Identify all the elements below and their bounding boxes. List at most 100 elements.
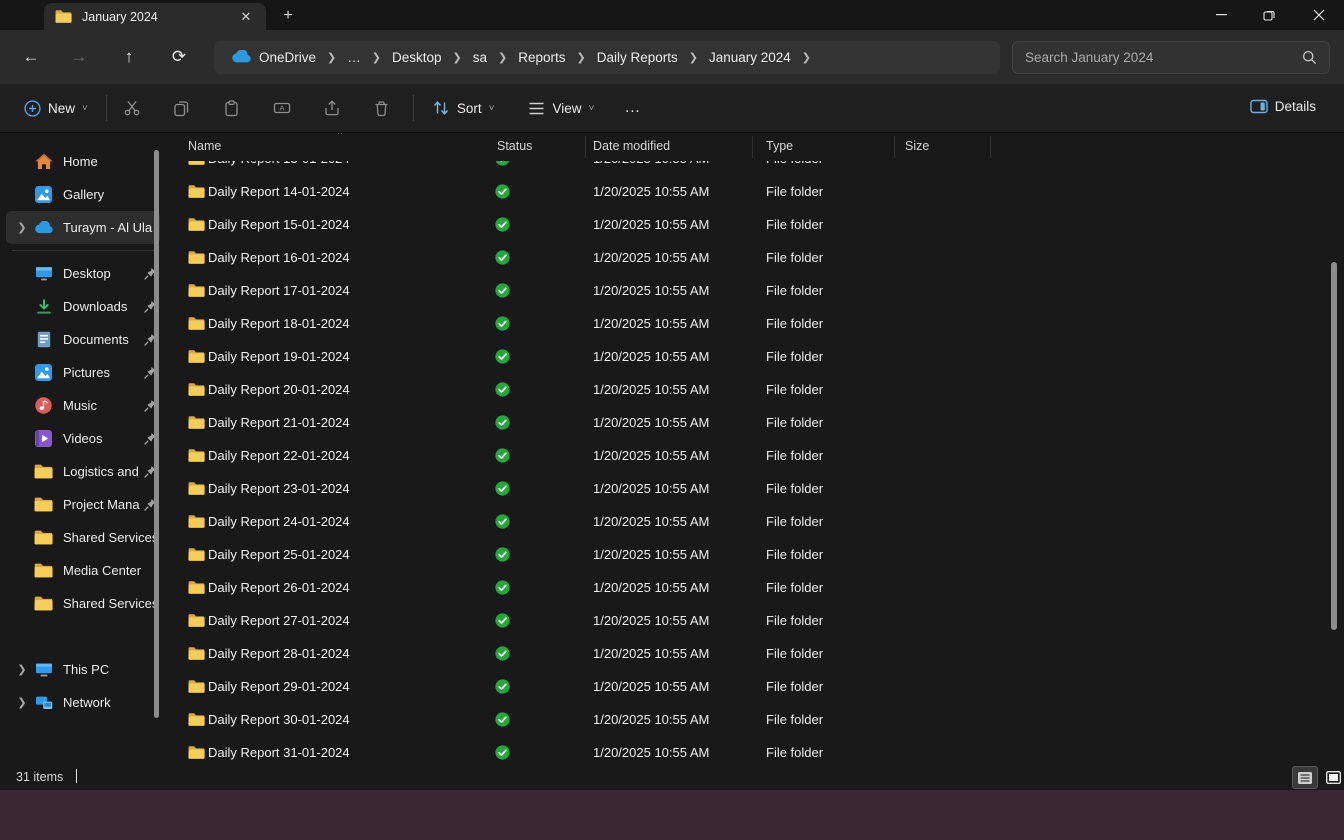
date-modified: 1/20/2025 10:55 AM [593,250,710,265]
sidebar-item-logistics-and[interactable]: Logistics and [6,455,160,488]
breadcrumb-item-january-2024[interactable]: January 2024 [702,47,798,68]
table-row[interactable]: Daily Report 15-01-2024 1/20/2025 10:55 A… [168,209,1338,242]
minimize-button[interactable] [1198,0,1244,29]
restore-icon [1263,10,1275,21]
table-row[interactable]: Daily Report 27-01-2024 1/20/2025 10:55 A… [168,605,1338,638]
table-row[interactable]: Daily Report 18-01-2024 1/20/2025 10:55 A… [168,308,1338,341]
sidebar-item-project-mana[interactable]: Project Mana [6,488,160,521]
folder-icon [188,161,205,166]
date-modified: 1/20/2025 10:55 AM [593,712,710,727]
breadcrumb-item--[interactable]: … [340,47,368,68]
sidebar-item-shared-services[interactable]: Shared Services [6,587,160,620]
table-row[interactable]: Daily Report 17-01-2024 1/20/2025 10:55 A… [168,275,1338,308]
breadcrumb-item-sa[interactable]: sa [466,47,494,68]
table-row[interactable]: Daily Report 21-01-2024 1/20/2025 10:55 A… [168,407,1338,440]
date-modified: 1/20/2025 10:55 AM [593,415,710,430]
breadcrumb-item-desktop[interactable]: Desktop [385,47,449,68]
rename-button[interactable]: A [265,92,299,124]
sidebar-item-documents[interactable]: Documents [6,323,160,356]
expand-chevron-icon[interactable]: ❯ [14,696,30,709]
column-divider[interactable] [990,136,991,158]
column-header-status[interactable]: Status [497,139,532,153]
folder-icon [188,316,205,331]
table-row[interactable]: Daily Report 28-01-2024 1/20/2025 10:55 A… [168,638,1338,671]
forward-button[interactable]: → [64,43,94,71]
table-row[interactable]: Daily Report 13-01-2024 1/20/2025 10:55 A… [168,161,1338,176]
sidebar-item-shared-services[interactable]: Shared Services [6,521,160,554]
sync-status-icon [495,514,510,529]
column-divider[interactable] [752,136,753,158]
file-type: File folder [766,547,824,562]
sort-button[interactable]: Sort ˅ [422,93,505,123]
table-row[interactable]: Daily Report 19-01-2024 1/20/2025 10:55 A… [168,341,1338,374]
tab-close-icon[interactable]: ✕ [236,7,256,27]
back-button[interactable]: ← [16,43,46,71]
sidebar-item-videos[interactable]: Videos [6,422,160,455]
file-name: Daily Report 22-01-2024 [208,448,350,463]
table-row[interactable]: Daily Report 29-01-2024 1/20/2025 10:55 A… [168,671,1338,704]
large-icons-view-toggle[interactable] [1320,766,1344,789]
sidebar-item-network[interactable]: ❯ Network [6,686,160,719]
sidebar-item-media-center[interactable]: Media Center [6,554,160,587]
sidebar-item-music[interactable]: Music [6,389,160,422]
details-pane-button[interactable]: Details [1240,92,1326,121]
column-divider[interactable] [585,136,586,158]
gallery-icon [34,185,53,204]
table-row[interactable]: Daily Report 16-01-2024 1/20/2025 10:55 A… [168,242,1338,275]
breadcrumb-item-reports[interactable]: Reports [511,47,572,68]
column-header-date-modified[interactable]: Date modified [593,139,670,153]
file-name: Daily Report 14-01-2024 [208,184,350,199]
table-row[interactable]: Daily Report 30-01-2024 1/20/2025 10:55 A… [168,704,1338,737]
file-name: Daily Report 15-01-2024 [208,217,350,232]
view-icon [529,102,544,114]
table-row[interactable]: Daily Report 14-01-2024 1/20/2025 10:55 A… [168,176,1338,209]
sidebar-item-this-pc[interactable]: ❯ This PC [6,653,160,686]
up-button[interactable]: ↑ [114,43,144,71]
new-button[interactable]: New ˅ [14,93,98,124]
column-header-size[interactable]: Size [905,139,929,153]
view-button[interactable]: View ˅ [518,94,604,123]
sidebar-item-home[interactable]: Home [6,145,160,178]
column-divider[interactable] [894,136,895,158]
folder-icon [34,528,53,547]
expand-chevron-icon[interactable]: ❯ [14,663,30,676]
new-tab-button[interactable]: + [276,5,300,27]
copy-button[interactable] [165,92,199,124]
restore-button[interactable] [1246,0,1292,29]
sidebar-item-pictures[interactable]: Pictures [6,356,160,389]
paste-button[interactable] [215,92,249,124]
details-view-toggle[interactable] [1292,766,1318,789]
sidebar-item-downloads[interactable]: Downloads [6,290,160,323]
table-row[interactable]: Daily Report 20-01-2024 1/20/2025 10:55 A… [168,374,1338,407]
list-scrollbar[interactable] [1331,262,1337,630]
breadcrumb-item-daily-reports[interactable]: Daily Reports [590,47,685,68]
delete-button[interactable] [365,92,399,124]
more-options-button[interactable]: … [614,92,651,124]
date-modified: 1/20/2025 10:55 AM [593,679,710,694]
sidebar-item-turaym-al-ula[interactable]: ❯ Turaym - Al Ula [6,211,160,244]
table-row[interactable]: Daily Report 26-01-2024 1/20/2025 10:55 A… [168,572,1338,605]
breadcrumb-item-onedrive[interactable]: OneDrive [224,47,323,69]
column-header-name[interactable]: Name [188,139,221,153]
sidebar-item-label: Pictures [63,365,110,380]
table-row[interactable]: Daily Report 25-01-2024 1/20/2025 10:55 A… [168,539,1338,572]
close-button[interactable] [1296,0,1342,29]
cut-button[interactable] [115,92,149,124]
table-row[interactable]: Daily Report 24-01-2024 1/20/2025 10:55 A… [168,506,1338,539]
search-box[interactable] [1012,41,1330,74]
file-type: File folder [766,349,824,364]
sidebar-scrollbar[interactable] [154,150,159,718]
table-row[interactable]: Daily Report 23-01-2024 1/20/2025 10:55 A… [168,473,1338,506]
expand-chevron-icon[interactable]: ❯ [14,221,30,234]
table-row[interactable]: Daily Report 31-01-2024 1/20/2025 10:55 A… [168,737,1338,766]
column-header-type[interactable]: Type [766,139,793,153]
share-button[interactable] [315,92,349,124]
search-input[interactable] [1025,50,1302,65]
table-row[interactable]: Daily Report 22-01-2024 1/20/2025 10:55 A… [168,440,1338,473]
sidebar-item-gallery[interactable]: Gallery [6,178,160,211]
sidebar-item-label: This PC [63,662,110,677]
sidebar-item-desktop[interactable]: Desktop [6,257,160,290]
refresh-button[interactable]: ⟳ [164,43,194,71]
explorer-tab[interactable]: January 2024 ✕ [44,3,266,30]
date-modified: 1/20/2025 10:55 AM [593,184,710,199]
